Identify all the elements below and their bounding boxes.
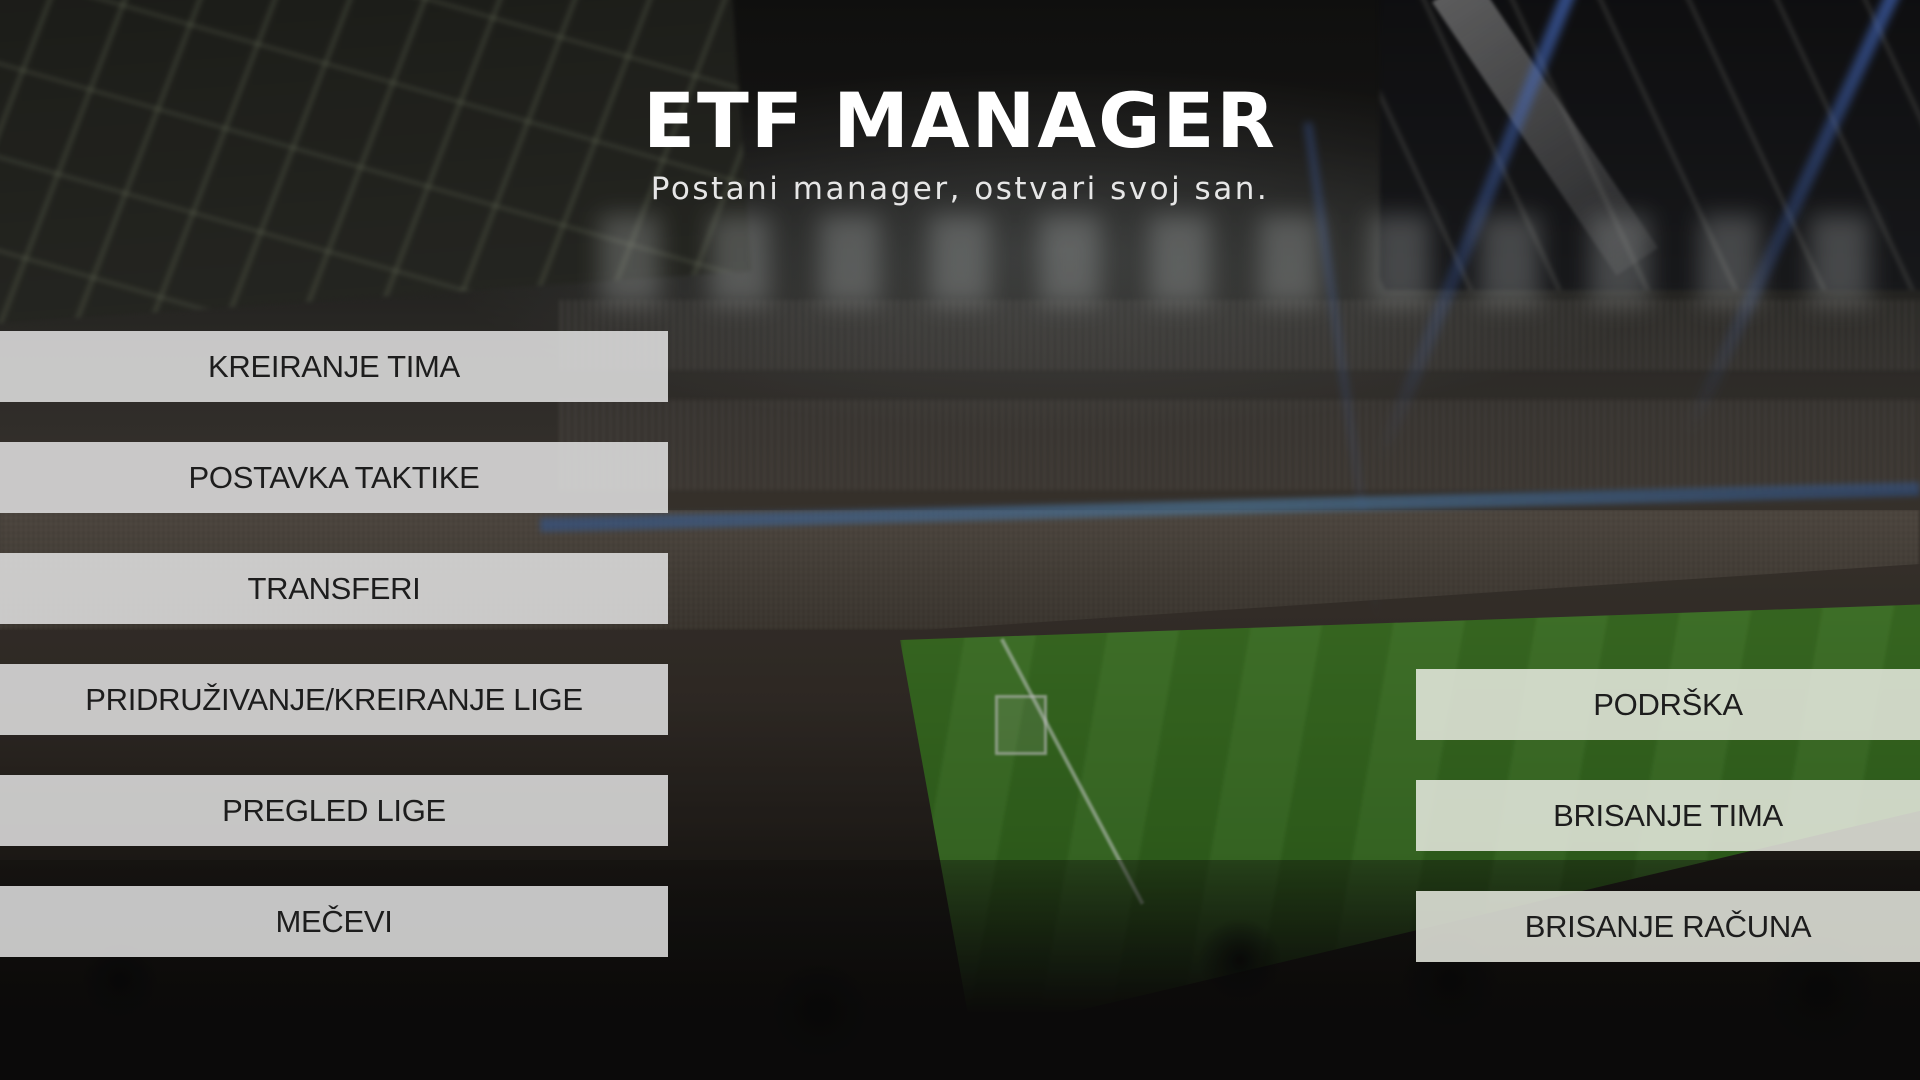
delete-account-button[interactable]: BRISANJE RAČUNA — [1416, 891, 1920, 962]
transfers-button[interactable]: TRANSFERI — [0, 553, 668, 624]
support-button[interactable]: PODRŠKA — [1416, 669, 1920, 740]
join-create-league-button[interactable]: PRIDRUŽIVANJE/KREIRANJE LIGE — [0, 664, 668, 735]
matches-button[interactable]: MEČEVI — [0, 886, 668, 957]
create-team-button[interactable]: KREIRANJE TIMA — [0, 331, 668, 402]
app-title: ETF MANAGER — [643, 76, 1277, 165]
league-overview-button[interactable]: PREGLED LIGE — [0, 775, 668, 846]
main-menu: KREIRANJE TIMA POSTAVKA TAKTIKE TRANSFER… — [0, 331, 668, 997]
app-header: ETF MANAGER Postani manager, ostvari svo… — [560, 78, 1360, 208]
main-screen: ETF MANAGER Postani manager, ostvari svo… — [0, 0, 1920, 1080]
tactics-setup-button[interactable]: POSTAVKA TAKTIKE — [0, 442, 668, 513]
account-menu: PODRŠKA BRISANJE TIMA BRISANJE RAČUNA — [1416, 669, 1920, 1002]
app-subtitle: Postani manager, ostvari svoj san. — [650, 171, 1270, 207]
delete-team-button[interactable]: BRISANJE TIMA — [1416, 780, 1920, 851]
